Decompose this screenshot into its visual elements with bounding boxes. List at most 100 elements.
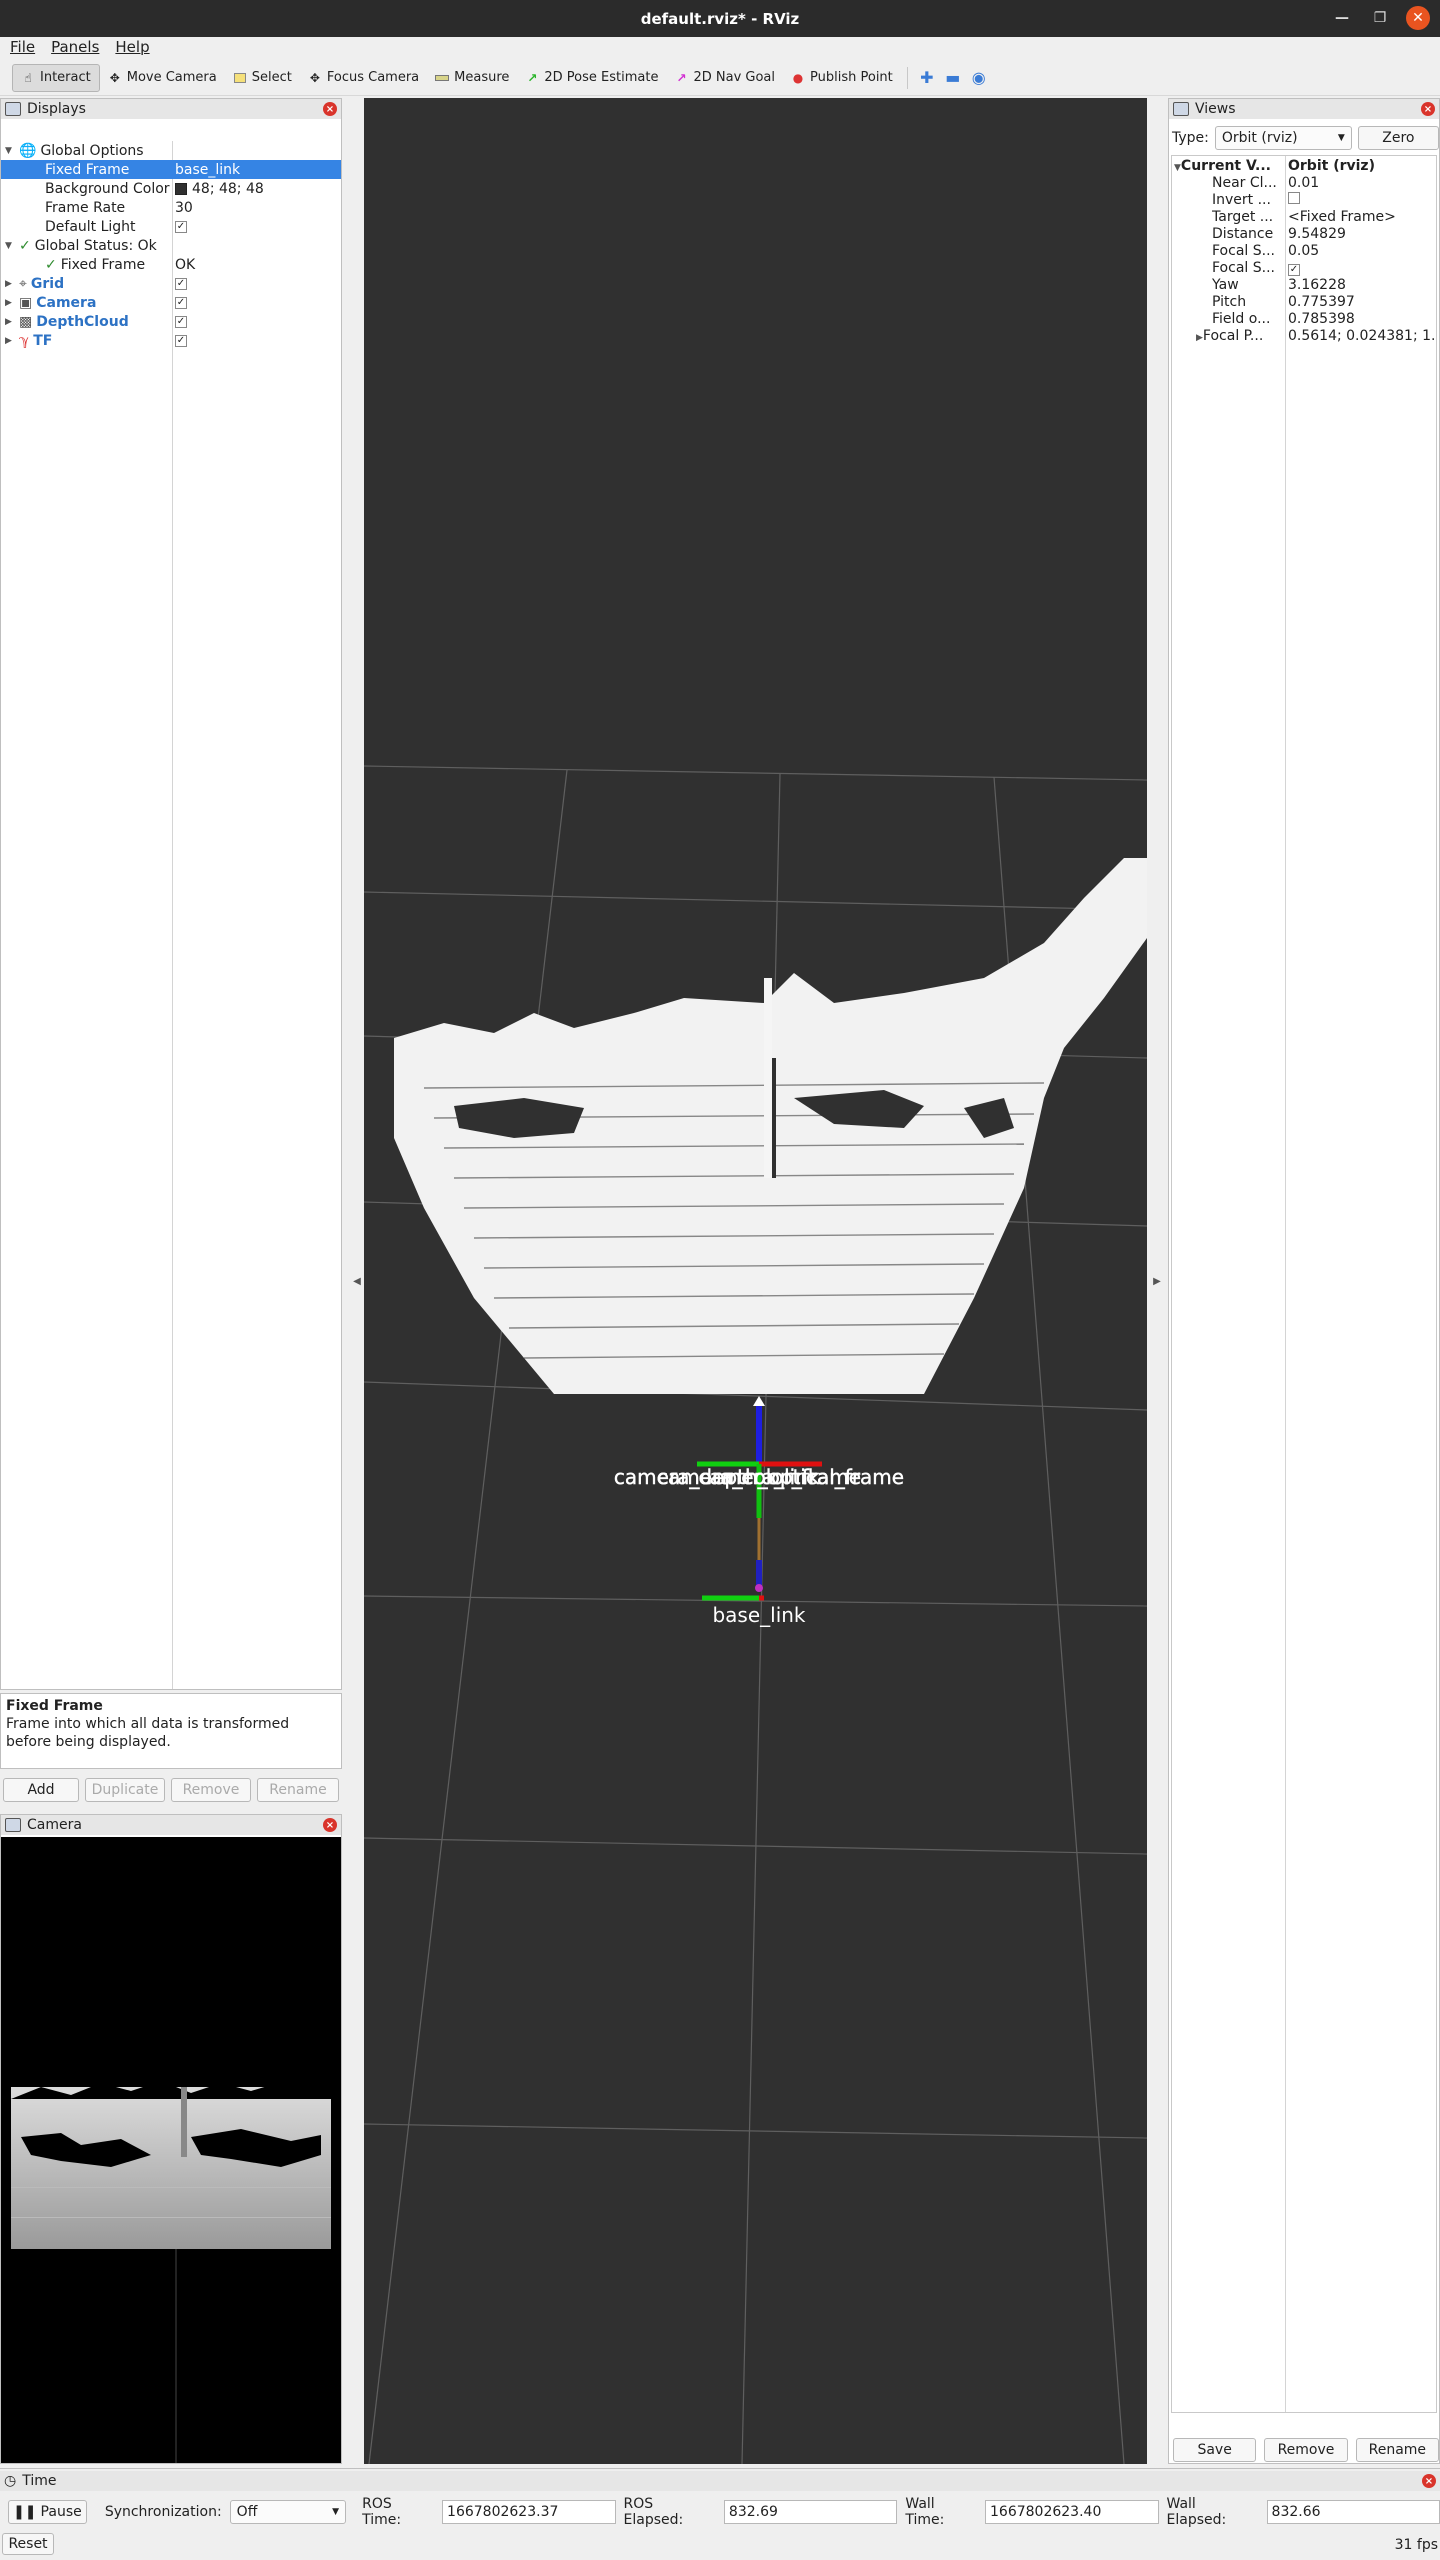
- row-value[interactable]: 3.16228: [1288, 277, 1436, 293]
- row-value[interactable]: 0.01: [1288, 175, 1436, 191]
- expand-arrow-icon[interactable]: ▶: [5, 317, 15, 327]
- row-value[interactable]: 0.785398: [1288, 311, 1436, 327]
- camera-icon: ▣: [19, 294, 33, 311]
- tree-row-grid[interactable]: ▶ ⌖ Grid ✓: [1, 274, 341, 293]
- view-row-pitch[interactable]: Pitch 0.775397: [1172, 293, 1436, 310]
- view-row-field-of-view[interactable]: Field o... 0.785398: [1172, 310, 1436, 327]
- expand-arrow-icon[interactable]: ▶: [1196, 333, 1203, 343]
- views-panel-header: Views ×: [1169, 99, 1439, 119]
- row-value[interactable]: 0.05: [1288, 243, 1436, 259]
- view-row-invert[interactable]: Invert ...: [1172, 191, 1436, 208]
- rename-view-button[interactable]: Rename: [1355, 2438, 1439, 2462]
- close-panel-icon[interactable]: ×: [1421, 102, 1435, 116]
- wall-elapsed-field[interactable]: 832.66: [1266, 2500, 1440, 2524]
- minimize-icon[interactable]: —: [1330, 6, 1354, 30]
- tool-select[interactable]: Select: [225, 64, 300, 92]
- view-row-focal-shape-fixed[interactable]: Focal S... ✓: [1172, 259, 1436, 276]
- view-row-distance[interactable]: Distance 9.54829: [1172, 225, 1436, 242]
- duplicate-display-button[interactable]: Duplicate: [85, 1778, 165, 1802]
- restore-icon[interactable]: ❐: [1368, 6, 1392, 30]
- row-value[interactable]: <Fixed Frame>: [1288, 209, 1436, 225]
- rename-display-button[interactable]: Rename: [257, 1778, 339, 1802]
- view-row-yaw[interactable]: Yaw 3.16228: [1172, 276, 1436, 293]
- depthcloud-checkbox[interactable]: ✓: [175, 315, 187, 328]
- view-row-near-clip[interactable]: Near Cl... 0.01: [1172, 174, 1436, 191]
- close-panel-icon[interactable]: ×: [1422, 2474, 1436, 2488]
- tool-focus-camera[interactable]: ✥ Focus Camera: [300, 64, 427, 92]
- view-row-target[interactable]: Target ... <Fixed Frame>: [1172, 208, 1436, 225]
- grid-icon: ⌖: [19, 275, 27, 292]
- window-title: default.rviz* - RViz: [640, 9, 800, 28]
- tree-row-fixed-frame[interactable]: Fixed Frame base_link: [1, 160, 341, 179]
- row-value[interactable]: 9.54829: [1288, 226, 1436, 242]
- tree-row-tf[interactable]: ▶ ℽ TF ✓: [1, 331, 341, 350]
- ros-time-field[interactable]: 1667802623.37: [442, 2500, 616, 2524]
- ros-elapsed-field[interactable]: 832.69: [723, 2500, 898, 2524]
- row-value[interactable]: 0.775397: [1288, 294, 1436, 310]
- tool-measure[interactable]: Measure: [427, 64, 517, 92]
- menu-help[interactable]: Help: [115, 38, 149, 56]
- depthcloud-icon: ▩: [19, 313, 33, 330]
- save-view-button[interactable]: Save: [1173, 2438, 1257, 2462]
- invert-checkbox[interactable]: [1288, 191, 1300, 204]
- tree-row-background-color[interactable]: Background Color 48; 48; 48: [1, 179, 341, 198]
- row-label: Camera: [36, 294, 97, 311]
- tree-row-depthcloud[interactable]: ▶ ▩ DepthCloud ✓: [1, 312, 341, 331]
- tf-checkbox[interactable]: ✓: [175, 334, 187, 347]
- menu-panels[interactable]: Panels: [51, 38, 99, 56]
- close-panel-icon[interactable]: ×: [323, 1818, 337, 1832]
- remove-view-button[interactable]: Remove: [1264, 2438, 1348, 2462]
- add-display-button[interactable]: Add: [3, 1778, 79, 1802]
- left-splitter-icon[interactable]: ◀: [350, 98, 364, 2464]
- camera-checkbox[interactable]: ✓: [175, 296, 187, 309]
- focal-shape-checkbox[interactable]: ✓: [1288, 263, 1300, 276]
- row-label: Frame Rate: [45, 199, 126, 216]
- tree-row-global-options[interactable]: ▼ 🌐 Global Options: [1, 141, 341, 160]
- tool-2d-nav-goal[interactable]: ↗ 2D Nav Goal: [666, 64, 783, 92]
- background-color-value[interactable]: 48; 48; 48: [192, 181, 264, 197]
- expand-arrow-icon[interactable]: ▶: [5, 279, 15, 289]
- tree-row-global-status[interactable]: ▼ ✓ Global Status: Ok: [1, 236, 341, 255]
- view-row-focal-shape-size[interactable]: Focal S... 0.05: [1172, 242, 1436, 259]
- views-buttons: Save Remove Rename: [1169, 2438, 1439, 2462]
- close-panel-icon[interactable]: ×: [323, 102, 337, 116]
- tree-row-camera[interactable]: ▶ ▣ Camera ✓: [1, 293, 341, 312]
- tree-row-default-light[interactable]: Default Light ✓: [1, 217, 341, 236]
- tool-interact[interactable]: ☝ Interact: [12, 63, 100, 92]
- view-row-current[interactable]: ▼Current V... Orbit (rviz): [1172, 157, 1436, 174]
- tree-row-status-fixed-frame[interactable]: ✓ Fixed Frame OK: [1, 255, 341, 274]
- add-tool-icon[interactable]: ✚: [914, 65, 940, 91]
- camera-type-icon[interactable]: ◉: [966, 65, 992, 91]
- expand-arrow-icon[interactable]: ▼: [5, 146, 15, 156]
- expand-arrow-icon[interactable]: ▼: [5, 241, 15, 251]
- sync-select[interactable]: Off ▼: [229, 2500, 347, 2524]
- tool-2d-pose-estimate[interactable]: ↗ 2D Pose Estimate: [517, 64, 666, 92]
- view-type-select[interactable]: Orbit (rviz) ▼: [1214, 126, 1352, 150]
- tool-move-camera[interactable]: ✥ Move Camera: [100, 64, 225, 92]
- remove-display-button[interactable]: Remove: [171, 1778, 251, 1802]
- zero-view-button[interactable]: Zero: [1357, 126, 1439, 150]
- fixed-frame-value[interactable]: base_link: [175, 162, 240, 178]
- wall-time-field[interactable]: 1667802623.40: [985, 2500, 1159, 2524]
- camera-image-view[interactable]: [1, 1837, 341, 2463]
- view-row-focal-point[interactable]: ▶Focal P... 0.5614; 0.024381; 1....: [1172, 327, 1436, 344]
- remove-tool-icon[interactable]: ▬: [940, 65, 966, 91]
- row-value[interactable]: 0.5614; 0.024381; 1....: [1288, 328, 1436, 344]
- pause-button[interactable]: ❚❚ Pause: [8, 2500, 87, 2524]
- close-window-icon[interactable]: ✕: [1406, 6, 1430, 30]
- color-swatch[interactable]: [175, 182, 187, 195]
- expand-arrow-icon[interactable]: ▼: [1174, 163, 1181, 173]
- expand-arrow-icon[interactable]: ▶: [5, 336, 15, 346]
- expand-arrow-icon[interactable]: ▶: [5, 298, 15, 308]
- frame-rate-value[interactable]: 30: [175, 200, 193, 216]
- 3d-viewport[interactable]: camera_depth_optical_frame camera_link c…: [364, 98, 1147, 2464]
- grid-checkbox[interactable]: ✓: [175, 277, 187, 290]
- toolbar-separator: [906, 66, 908, 89]
- tree-row-frame-rate[interactable]: Frame Rate 30: [1, 198, 341, 217]
- reset-button[interactable]: Reset: [2, 2533, 54, 2555]
- menu-file[interactable]: File: [10, 38, 35, 56]
- default-light-checkbox[interactable]: ✓: [175, 220, 187, 233]
- right-splitter-icon[interactable]: ▶: [1150, 98, 1164, 2464]
- pause-icon: ❚❚: [13, 2504, 37, 2520]
- tool-publish-point[interactable]: ● Publish Point: [783, 64, 901, 92]
